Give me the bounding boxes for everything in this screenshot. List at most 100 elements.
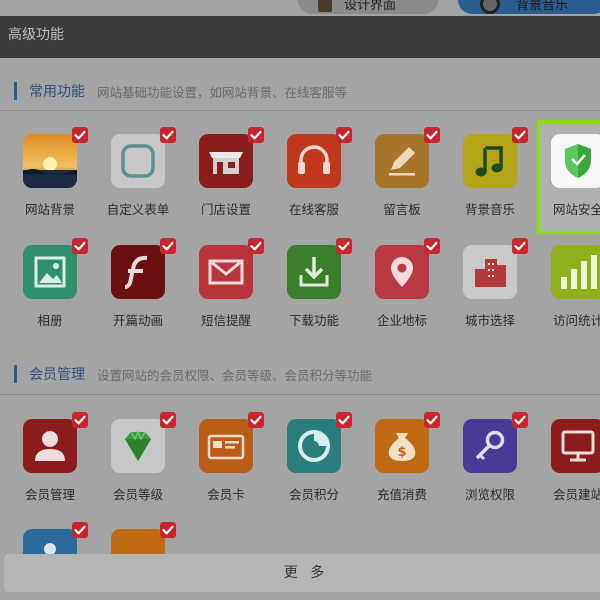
svg-text:$: $ <box>397 445 406 460</box>
checkmark-icon[interactable] <box>72 127 88 143</box>
background-music-button[interactable]: 背景音乐 <box>458 0 600 14</box>
feature-label: 网站背景 <box>24 202 75 217</box>
shield-icon <box>551 134 600 188</box>
feature-intro-animation[interactable]: 开篇动画 <box>111 238 199 345</box>
checkmark-icon[interactable] <box>248 127 264 143</box>
feature-store-settings[interactable]: 门店设置 <box>199 127 287 234</box>
store-icon <box>199 134 253 188</box>
checkmark-icon[interactable] <box>336 127 352 143</box>
feature-label: 相册 <box>37 313 63 328</box>
bar-stats-icon <box>551 245 600 299</box>
feature-label: 充值消费 <box>376 487 427 502</box>
feature-label: 下载功能 <box>288 313 339 328</box>
checkmark-icon[interactable] <box>512 238 528 254</box>
feature-sms-reminder[interactable]: 短信提醒 <box>199 238 287 345</box>
checkmark-icon[interactable] <box>424 412 440 428</box>
checkmark-icon[interactable] <box>336 238 352 254</box>
feature-photo-album[interactable]: 相册 <box>23 238 111 345</box>
section-description: 网站基础功能设置，如网站背景、在线客服等 <box>97 84 348 100</box>
feature-website-security[interactable]: 网站安全 <box>537 120 600 234</box>
feature-message-board[interactable]: 留言板 <box>375 127 463 234</box>
section-divider <box>0 110 600 111</box>
feature-website-background[interactable]: 网站背景 <box>23 127 111 234</box>
feature-label: 会员管理 <box>24 487 75 502</box>
checkmark-icon[interactable] <box>160 522 176 538</box>
checkmark-icon[interactable] <box>72 522 88 538</box>
design-interface-label: 设计界面 <box>344 0 397 13</box>
feature-label: 城市选择 <box>464 313 515 328</box>
feature-label: 会员积分 <box>288 487 339 502</box>
section-accent-bar <box>14 82 17 100</box>
feature-company-landmark[interactable]: 企业地标 <box>375 238 463 345</box>
top-toolbar: 设计界面 背景音乐 <box>0 0 600 16</box>
feature-browse-permission[interactable]: 浏览权限 <box>463 412 551 519</box>
feature-member-points[interactable]: 会员积分 <box>287 412 375 519</box>
music-note-icon <box>463 134 517 188</box>
feature-label: 自定义表单 <box>106 202 170 217</box>
design-interface-button[interactable]: 设计界面 <box>298 0 438 14</box>
feature-city-select[interactable]: 城市选择 <box>463 238 551 345</box>
feature-visit-stats[interactable]: 访问统计 <box>551 245 600 345</box>
background-music-label: 背景音乐 <box>516 0 569 13</box>
more-button[interactable]: 更 多 <box>4 554 600 592</box>
music-disc-icon <box>480 0 500 14</box>
feature-label: 短信提醒 <box>200 313 251 328</box>
envelope-icon <box>199 245 253 299</box>
checkmark-icon[interactable] <box>248 412 264 428</box>
feature-member-site-build[interactable]: 会员建站 <box>551 419 600 519</box>
feature-label: 门店设置 <box>200 202 251 217</box>
checkmark-icon[interactable] <box>160 238 176 254</box>
flash-icon <box>111 245 165 299</box>
feature-label: 会员卡 <box>207 487 245 502</box>
section-accent-bar <box>14 365 17 383</box>
more-label: 更 多 <box>283 565 329 581</box>
section-header-common: 常用功能 网站基础功能设置，如网站背景、在线客服等 <box>14 79 347 103</box>
checkmark-icon[interactable] <box>160 412 176 428</box>
feature-member-management[interactable]: 会员管理 <box>23 412 111 519</box>
checkmark-icon[interactable] <box>160 127 176 143</box>
feature-download[interactable]: 下载功能 <box>287 238 375 345</box>
headset-icon <box>287 134 341 188</box>
photo-album-icon <box>23 245 77 299</box>
feature-label: 开篇动画 <box>112 313 163 328</box>
feature-member-level[interactable]: 会员等级 <box>111 412 199 519</box>
feature-label: 访问统计 <box>552 313 600 328</box>
checkmark-icon[interactable] <box>72 412 88 428</box>
feature-recharge-consume[interactable]: $ 充值消费 <box>375 412 463 519</box>
map-pin-icon <box>375 245 429 299</box>
feature-label: 企业地标 <box>376 313 427 328</box>
form-icon <box>111 134 165 188</box>
design-icon <box>318 0 332 12</box>
checkmark-icon[interactable] <box>336 412 352 428</box>
feature-label: 网站安全 <box>552 202 600 217</box>
checkmark-icon[interactable] <box>512 412 528 428</box>
download-icon <box>287 245 341 299</box>
card-icon <box>199 419 253 473</box>
points-icon <box>287 419 341 473</box>
landscape-icon <box>23 134 77 188</box>
feature-label: 会员等级 <box>112 487 163 502</box>
dialog-title-bar: 高级功能 <box>0 16 600 58</box>
section-divider <box>0 394 600 395</box>
feature-label: 会员建站 <box>552 487 600 502</box>
checkmark-icon[interactable] <box>424 238 440 254</box>
section-description: 设置网站的会员权限、会员等级、会员积分等功能 <box>97 367 373 383</box>
diamond-icon <box>111 419 165 473</box>
city-icon <box>463 245 517 299</box>
feature-label: 在线客服 <box>288 202 339 217</box>
section-title: 常用功能 <box>29 84 85 100</box>
checkmark-icon[interactable] <box>424 127 440 143</box>
monitor-icon <box>551 419 600 473</box>
feature-member-card[interactable]: 会员卡 <box>199 412 287 519</box>
feature-custom-form[interactable]: 自定义表单 <box>107 127 199 234</box>
feature-online-service[interactable]: 在线客服 <box>287 127 375 234</box>
money-bag-icon: $ <box>375 419 429 473</box>
checkmark-icon[interactable] <box>72 238 88 254</box>
section-title: 会员管理 <box>29 367 85 383</box>
checkmark-icon[interactable] <box>248 238 264 254</box>
user-icon <box>23 419 77 473</box>
feature-label: 浏览权限 <box>464 487 515 502</box>
dialog-title: 高级功能 <box>8 27 64 43</box>
checkmark-icon[interactable] <box>512 127 528 143</box>
advanced-features-panel: 常用功能 网站基础功能设置，如网站背景、在线客服等 网站背景 自定义表单 门店设… <box>0 58 600 600</box>
